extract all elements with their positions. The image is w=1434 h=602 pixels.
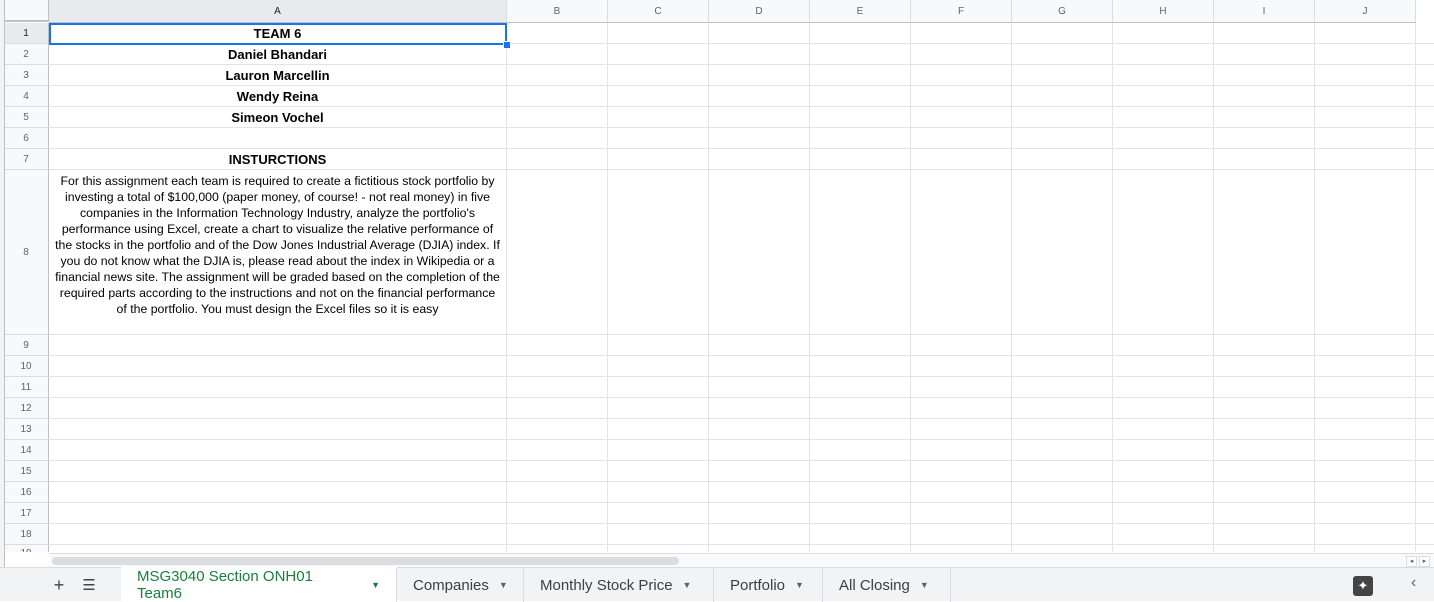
tab-label: MSG3040 Section ONH01 Team6 [137, 568, 313, 602]
grid-row [49, 440, 1434, 461]
chevron-down-icon[interactable]: ▼ [795, 580, 804, 590]
tab-label: Monthly Stock Price [540, 576, 673, 594]
list-icon[interactable]: ☰ [78, 568, 100, 602]
row-header-10[interactable]: 10 [4, 356, 49, 377]
column-header-f[interactable]: F [911, 0, 1012, 23]
column-header-i[interactable]: I [1214, 0, 1315, 23]
horizontal-scrollbar[interactable]: ◂ ▸ [49, 553, 1434, 568]
column-header-c[interactable]: C [608, 0, 709, 23]
grid-row [49, 128, 1434, 149]
row-header-19[interactable]: 19 [4, 545, 49, 552]
explore-icon[interactable]: ✦ [1353, 576, 1373, 596]
row-header-9[interactable]: 9 [4, 335, 49, 356]
scroll-left-icon[interactable]: ◂ [1406, 556, 1417, 567]
left-edge [0, 0, 5, 601]
fill-handle[interactable] [503, 41, 511, 49]
column-header-a[interactable]: A [49, 0, 507, 23]
cell-a7[interactable]: INSTURCTIONS [49, 149, 506, 170]
row-header-8[interactable]: 8 [4, 170, 49, 335]
cell-a5[interactable]: Simeon Vochel [49, 107, 506, 128]
grid-row [49, 377, 1434, 398]
select-all-corner[interactable] [4, 0, 49, 22]
row-header-14[interactable]: 14 [4, 440, 49, 461]
chevron-down-icon[interactable]: ▼ [371, 580, 380, 590]
column-header-g[interactable]: G [1012, 0, 1113, 23]
row-header-12[interactable]: 12 [4, 398, 49, 419]
column-header-j[interactable]: J [1315, 0, 1416, 23]
scrollbar-thumb[interactable] [52, 557, 679, 565]
scroll-buttons: ◂ ▸ [1406, 556, 1430, 567]
chevron-down-icon[interactable]: ▼ [920, 580, 929, 590]
chevron-left-icon[interactable]: ‹ [1411, 574, 1416, 592]
grid-row [49, 356, 1434, 377]
row-header-18[interactable]: 18 [4, 524, 49, 545]
scroll-right-icon[interactable]: ▸ [1419, 556, 1430, 567]
grid-row [49, 503, 1434, 524]
column-header-b[interactable]: B [507, 0, 608, 23]
row-header-11[interactable]: 11 [4, 377, 49, 398]
plus-icon[interactable]: + [48, 568, 70, 602]
tab-label: Portfolio [730, 576, 786, 594]
cell-a8[interactable]: For this assignment each team is require… [49, 170, 506, 335]
column-header-h[interactable]: H [1113, 0, 1214, 23]
tab-portfolio[interactable]: Portfolio ▼ [714, 568, 823, 602]
row-header-16[interactable]: 16 [4, 482, 49, 503]
row-header-3[interactable]: 3 [4, 65, 49, 86]
column-headers: A B C D E F G H I J [49, 0, 1434, 23]
grid-row [49, 461, 1434, 482]
chevron-down-icon[interactable]: ▼ [683, 580, 692, 590]
row-header-5[interactable]: 5 [4, 107, 49, 128]
tab-companies[interactable]: Companies ▼ [397, 568, 524, 602]
tab-all-closing[interactable]: All Closing ▼ [823, 568, 951, 602]
cell-a4[interactable]: Wendy Reina [49, 86, 506, 107]
grid-row [49, 419, 1434, 440]
row-header-6[interactable]: 6 [4, 128, 49, 149]
row-header-15[interactable]: 15 [4, 461, 49, 482]
grid-row [49, 335, 1434, 356]
row-header-17[interactable]: 17 [4, 503, 49, 524]
row-header-7[interactable]: 7 [4, 149, 49, 170]
row-header-1[interactable]: 1 [4, 23, 49, 44]
cell-a3[interactable]: Lauron Marcellin [49, 65, 506, 86]
cell-a1[interactable]: TEAM 6 [49, 23, 506, 44]
row-header-13[interactable]: 13 [4, 419, 49, 440]
spreadsheet-grid[interactable]: A B C D E F G H I J 1 2 3 4 5 6 7 8 9 10… [0, 0, 1434, 552]
sheet-tab-bar: + ☰ MSG3040 Section ONH01 Team6 ▼ Compan… [0, 567, 1434, 602]
grid-row [49, 398, 1434, 419]
chevron-down-icon[interactable]: ▼ [499, 580, 508, 590]
tab-label: Companies [413, 576, 489, 594]
tab-monthly-stock-price[interactable]: Monthly Stock Price ▼ [524, 568, 714, 602]
grid-row [49, 482, 1434, 503]
grid-row [49, 524, 1434, 545]
column-header-e[interactable]: E [810, 0, 911, 23]
tab-label: All Closing [839, 576, 910, 594]
row-header-4[interactable]: 4 [4, 86, 49, 107]
column-header-d[interactable]: D [709, 0, 810, 23]
cell-a2[interactable]: Daniel Bhandari [49, 44, 506, 65]
row-header-2[interactable]: 2 [4, 44, 49, 65]
tab-msg3040-section-onh01-team6[interactable]: MSG3040 Section ONH01 Team6 ▼ [121, 568, 397, 602]
